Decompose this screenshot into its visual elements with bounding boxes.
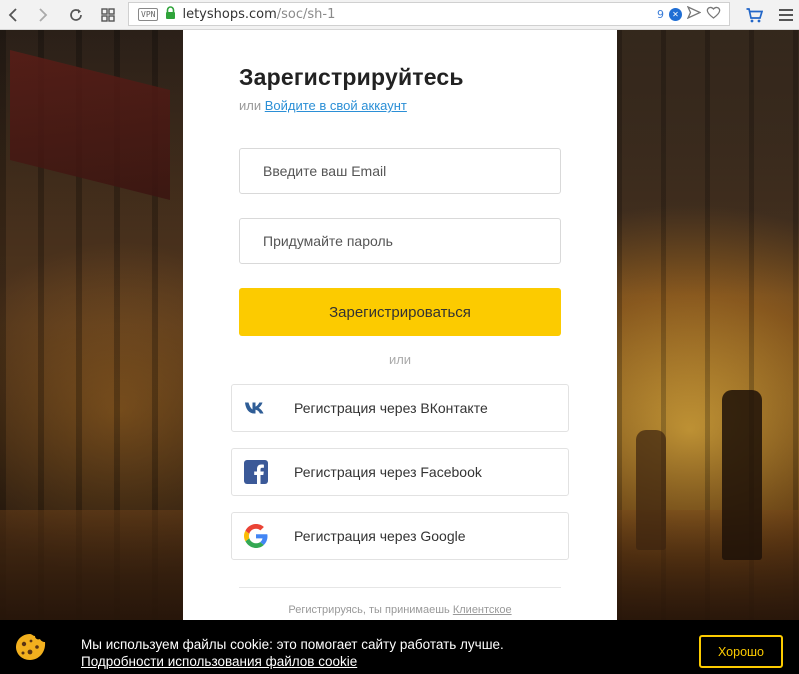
facebook-register-label: Регистрация через Facebook xyxy=(294,464,482,480)
login-link[interactable]: Войдите в свой аккаунт xyxy=(265,98,407,113)
facebook-register-button[interactable]: Регистрация через Facebook xyxy=(231,448,569,496)
register-button[interactable]: Зарегистрироваться xyxy=(239,288,561,336)
registration-panel: Зарегистрируйтесь или Войдите в свой акк… xyxy=(183,30,617,620)
vk-register-button[interactable]: Регистрация через ВКонтакте xyxy=(231,384,569,432)
facebook-icon xyxy=(243,459,269,485)
or-separator: или xyxy=(388,352,412,367)
back-icon[interactable] xyxy=(0,0,26,30)
email-input[interactable]: Введите ваш Email xyxy=(239,148,561,194)
cookie-ok-button[interactable]: Хорошо xyxy=(699,635,783,668)
terms-link[interactable]: Клиентское xyxy=(453,604,512,616)
email-placeholder: Введите ваш Email xyxy=(263,163,387,179)
page-title: Зарегистрируйтесь xyxy=(239,64,464,90)
terms-text: Регистрируясь, ты принимаешь Клиентское xyxy=(183,604,617,616)
vk-icon xyxy=(243,395,269,421)
url-path: /soc/sh-1 xyxy=(276,6,336,22)
google-register-button[interactable]: Регистрация через Google xyxy=(231,512,569,560)
browser-toolbar: VPN letyshops.com/soc/sh-1 9 ✕ xyxy=(0,0,799,30)
forward-icon[interactable] xyxy=(30,0,56,30)
address-bar[interactable]: VPN letyshops.com/soc/sh-1 9 ✕ xyxy=(128,2,730,26)
extension-count: 9 xyxy=(657,7,664,21)
cookie-message: Мы используем файлы cookie: это помогает… xyxy=(81,636,504,670)
subtitle: или Войдите в свой аккаунт xyxy=(239,98,407,113)
extension-icon[interactable]: ✕ xyxy=(669,7,682,21)
divider xyxy=(239,587,561,588)
password-input[interactable]: Придумайте пароль xyxy=(239,218,561,264)
google-icon xyxy=(243,523,269,549)
silhouette-person xyxy=(722,390,762,560)
menu-icon[interactable] xyxy=(776,0,796,30)
cart-icon[interactable] xyxy=(742,0,766,30)
silhouette-person xyxy=(636,430,666,550)
heart-icon[interactable] xyxy=(706,6,721,23)
cookie-icon xyxy=(14,632,48,662)
cookie-line: Мы используем файлы cookie: это помогает… xyxy=(81,637,504,652)
reload-icon[interactable] xyxy=(63,0,89,30)
cookie-banner: Мы используем файлы cookie: это помогает… xyxy=(0,620,799,674)
grid-icon[interactable] xyxy=(95,0,121,30)
vk-register-label: Регистрация через ВКонтакте xyxy=(294,400,488,416)
subtitle-prefix: или xyxy=(239,98,262,113)
cookie-details-link[interactable]: Подробности использования файлов cookie xyxy=(81,654,357,669)
vpn-badge[interactable]: VPN xyxy=(138,7,159,21)
google-register-label: Регистрация через Google xyxy=(294,528,466,544)
url-host: letyshops.com xyxy=(182,6,277,22)
terms-prefix: Регистрируясь, ты принимаешь xyxy=(288,604,450,616)
send-icon[interactable] xyxy=(686,5,702,23)
password-placeholder: Придумайте пароль xyxy=(263,233,393,249)
lock-icon xyxy=(165,5,176,23)
